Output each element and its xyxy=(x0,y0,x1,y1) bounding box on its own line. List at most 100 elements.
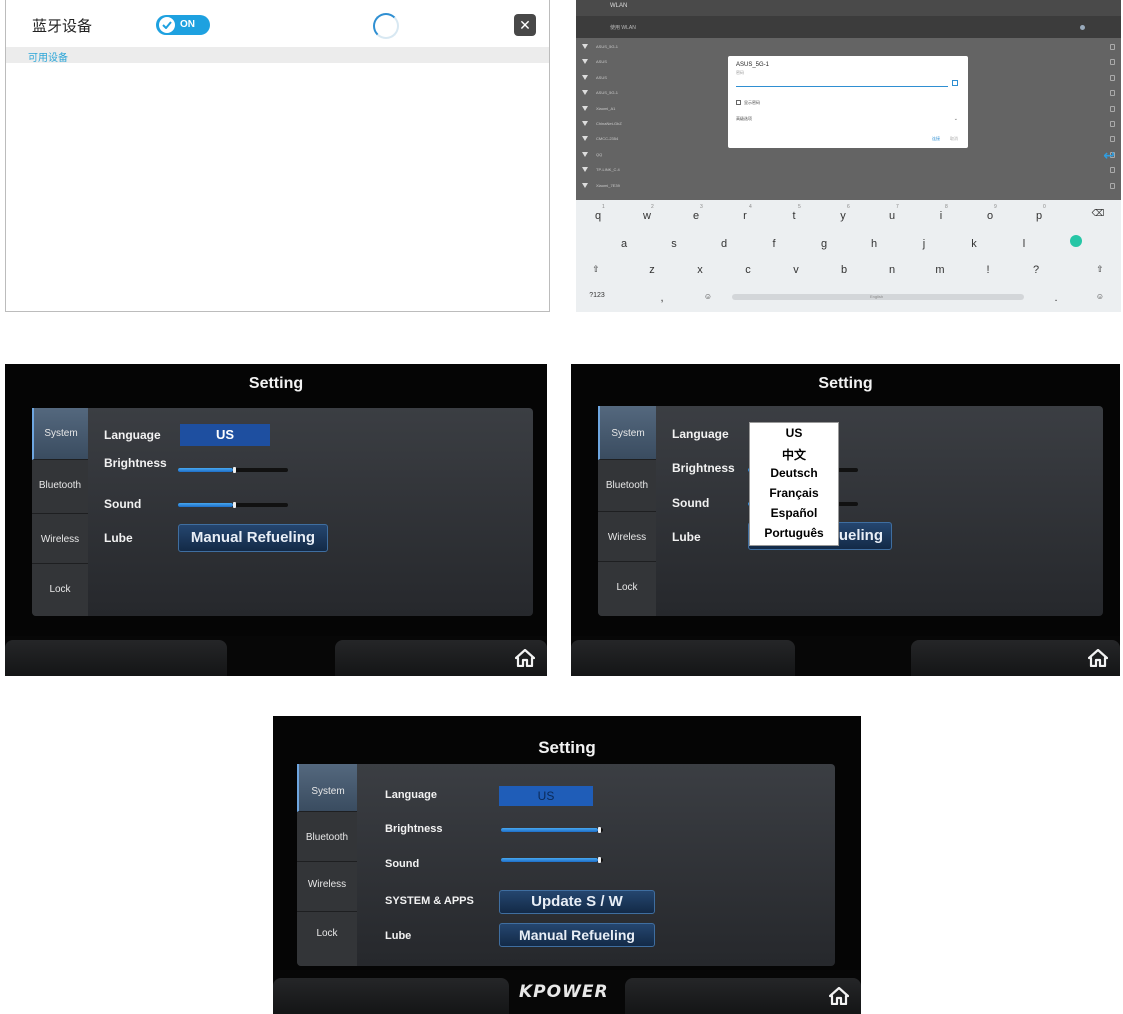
key-l[interactable]: l xyxy=(1014,238,1034,250)
lube-label: Lube xyxy=(672,530,701,544)
language-option[interactable]: Español xyxy=(750,506,838,520)
key-v[interactable]: v xyxy=(786,264,806,276)
language-button[interactable]: US xyxy=(499,786,593,806)
key-y[interactable]: y6 xyxy=(833,204,853,222)
key-g[interactable]: g xyxy=(814,238,834,250)
tab-bluetooth[interactable]: Bluetooth xyxy=(32,460,88,514)
key-j[interactable]: j xyxy=(914,238,934,250)
key-b[interactable]: b xyxy=(834,264,854,276)
key-x[interactable]: x xyxy=(690,264,710,276)
sound-slider[interactable] xyxy=(501,857,603,863)
connect-button[interactable]: 连接 xyxy=(932,136,940,142)
network-list-item[interactable]: TP-LINK_C.4 xyxy=(576,163,1121,178)
key-m[interactable]: m xyxy=(930,264,950,276)
tab-bluetooth[interactable]: Bluetooth xyxy=(598,460,656,512)
key-z[interactable]: z xyxy=(642,264,662,276)
language-button[interactable]: US xyxy=(180,424,270,446)
sound-label: Sound xyxy=(672,496,710,510)
cancel-button[interactable]: 取消 xyxy=(950,136,958,142)
slider-thumb[interactable] xyxy=(233,467,236,473)
key-t[interactable]: t5 xyxy=(784,204,804,222)
tab-label: Bluetooth xyxy=(38,480,82,491)
tab-lock[interactable]: Lock xyxy=(598,562,656,616)
tab-bluetooth[interactable]: Bluetooth xyxy=(297,812,357,862)
key-n[interactable]: n xyxy=(882,264,902,276)
home-icon[interactable] xyxy=(515,649,535,667)
key-r[interactable]: r4 xyxy=(735,204,755,222)
network-list-item[interactable]: Xiaomi_7E39 xyxy=(576,179,1121,194)
manual-refueling-button[interactable]: Manual Refueling xyxy=(178,524,328,552)
key-c[interactable]: c xyxy=(738,264,758,276)
advanced-options[interactable]: 高级选项 xyxy=(736,116,752,122)
update-software-button[interactable]: Update S / W xyxy=(499,890,655,914)
shift-left-icon[interactable]: ⇧ xyxy=(586,264,606,275)
period-key[interactable]: . xyxy=(1046,292,1066,304)
close-button[interactable]: ✕ xyxy=(514,14,536,36)
network-list-item[interactable]: QQ xyxy=(576,148,1121,163)
language-option[interactable]: 中文 xyxy=(750,446,838,463)
key-h[interactable]: h xyxy=(864,238,884,250)
tab-wireless[interactable]: Wireless xyxy=(32,514,88,564)
tab-system[interactable]: System xyxy=(598,406,656,460)
language-option[interactable]: Deutsch xyxy=(750,466,838,480)
key-w[interactable]: w2 xyxy=(637,204,657,222)
key-?[interactable]: ? xyxy=(1026,264,1046,276)
tab-wireless[interactable]: Wireless xyxy=(297,862,357,912)
show-password-label: 显示密码 xyxy=(744,100,760,105)
tab-system[interactable]: System xyxy=(297,764,357,812)
space-key[interactable]: English xyxy=(732,294,1024,300)
qr-scan-icon[interactable] xyxy=(952,80,958,86)
key-f[interactable]: f xyxy=(764,238,784,250)
network-name: Xiaomi_A1 xyxy=(596,105,616,111)
network-name: ASUS_5G-1 xyxy=(596,44,619,49)
backspace-icon[interactable]: ⌫ xyxy=(1088,208,1108,219)
key-o[interactable]: o9 xyxy=(980,204,1000,222)
slider-thumb[interactable] xyxy=(597,827,601,833)
language-option[interactable]: US xyxy=(750,426,838,440)
show-password-checkbox[interactable] xyxy=(736,100,741,105)
emoji-icon[interactable]: ☺ xyxy=(1090,292,1110,301)
tab-wireless[interactable]: Wireless xyxy=(598,512,656,562)
key-hint: 1 xyxy=(602,204,605,210)
slider-thumb[interactable] xyxy=(597,857,601,863)
key-q[interactable]: q1 xyxy=(588,204,608,222)
wlan-toggle-row[interactable]: 使用 WLAN xyxy=(576,16,1121,38)
lock-icon xyxy=(1110,136,1115,143)
key-i[interactable]: i8 xyxy=(931,204,951,222)
shift-right-icon[interactable]: ⇧ xyxy=(1090,264,1110,275)
enter-key[interactable] xyxy=(1070,235,1082,247)
slider-thumb[interactable] xyxy=(233,502,236,508)
home-icon[interactable] xyxy=(829,987,849,1005)
language-option[interactable]: Français xyxy=(750,486,838,500)
manual-refueling-button[interactable]: Manual Refueling xyxy=(499,923,655,947)
chevron-down-icon[interactable]: ⌄ xyxy=(954,116,958,122)
bottom-segment-left xyxy=(5,640,227,676)
bluetooth-toggle[interactable]: ON xyxy=(156,15,210,35)
key-d[interactable]: d xyxy=(714,238,734,250)
password-input[interactable] xyxy=(736,86,948,87)
mode-key[interactable]: ?123 xyxy=(582,292,612,299)
emoji-icon[interactable]: ☺ xyxy=(698,292,718,301)
network-list-item[interactable]: ASUS_5G-1 xyxy=(576,40,1121,55)
check-icon xyxy=(162,21,172,29)
wlan-switch-icon[interactable] xyxy=(1080,25,1085,30)
brightness-slider[interactable] xyxy=(178,467,288,473)
language-option[interactable]: Português xyxy=(750,526,838,540)
sound-slider[interactable] xyxy=(178,502,288,508)
key-a[interactable]: a xyxy=(614,238,634,250)
key-e[interactable]: e3 xyxy=(686,204,706,222)
page-title: Setting xyxy=(248,375,304,392)
key-u[interactable]: u7 xyxy=(882,204,902,222)
home-icon[interactable] xyxy=(1088,649,1108,667)
tab-system[interactable]: System xyxy=(32,408,88,460)
key-k[interactable]: k xyxy=(964,238,984,250)
key-![interactable]: ! xyxy=(978,264,998,276)
back-arrow-icon[interactable]: ↩ xyxy=(1103,147,1115,164)
brightness-slider[interactable] xyxy=(501,827,603,833)
tab-lock[interactable]: Lock xyxy=(297,912,357,966)
comma-key[interactable]: , xyxy=(652,292,672,304)
key-s[interactable]: s xyxy=(664,238,684,250)
key-p[interactable]: p0 xyxy=(1029,204,1049,222)
lock-icon xyxy=(1110,105,1115,112)
tab-lock[interactable]: Lock xyxy=(32,564,88,616)
